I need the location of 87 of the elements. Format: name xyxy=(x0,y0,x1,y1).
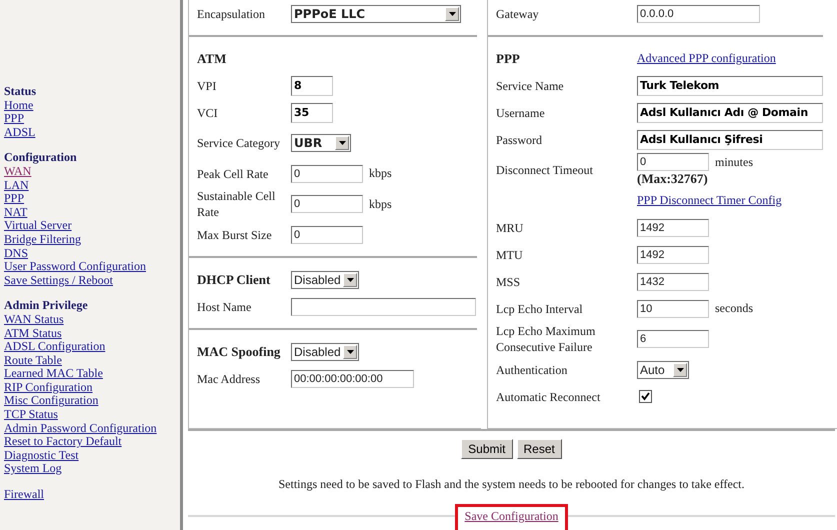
input-field[interactable]: 0 xyxy=(291,164,363,182)
input-field[interactable]: 0 xyxy=(291,226,363,244)
nav-link[interactable]: User Password Configuration xyxy=(4,260,146,274)
field-label: Disconnect Timeout xyxy=(496,162,594,178)
form-button[interactable]: Reset xyxy=(516,439,562,459)
field-label: Host Name xyxy=(197,298,252,314)
nav-link[interactable]: Home xyxy=(4,98,34,112)
nav-heading: Configuration xyxy=(4,151,77,165)
nav-link[interactable]: WAN xyxy=(4,164,32,179)
nav-link[interactable]: PPP xyxy=(4,112,24,126)
nav-link[interactable]: Route Table xyxy=(4,354,62,368)
nav-link[interactable]: WAN Status xyxy=(4,312,64,326)
input-field[interactable]: 1492 xyxy=(637,246,709,264)
field-label: Sustainable Cell Rate xyxy=(197,188,276,220)
nav-link[interactable]: PPP xyxy=(4,192,24,206)
field-label: Max Burst Size xyxy=(197,226,273,242)
nav-link[interactable]: NAT xyxy=(4,206,28,220)
nav-link[interactable]: ADSL Configuration xyxy=(4,340,106,354)
field-label: Peak Cell Rate xyxy=(197,166,270,182)
input-field[interactable]: 00:00:00:00:00:00 xyxy=(291,370,414,388)
field-label: Automatic Reconnect xyxy=(496,388,602,404)
field-label: Authentication xyxy=(496,362,568,378)
input-field[interactable]: Adsl Kullanıcı Şifresi xyxy=(637,130,823,150)
field-label: Service Name xyxy=(496,78,565,94)
checkbox[interactable] xyxy=(639,390,652,403)
nav-link[interactable]: System Log xyxy=(4,462,62,476)
input-field[interactable]: 35 xyxy=(291,102,333,122)
input-field[interactable]: 1492 xyxy=(637,218,709,236)
field-label: MRU xyxy=(496,220,524,236)
unit-label: minutes xyxy=(715,154,753,170)
nav-link[interactable]: Save Settings / Reboot xyxy=(4,274,113,288)
nav-link[interactable]: Diagnostic Test xyxy=(4,448,79,462)
field-label: Service Category xyxy=(197,135,281,151)
field-label: Lcp Echo Maximum Consecutive Failure xyxy=(496,323,596,355)
field-label: VCI xyxy=(197,104,219,120)
input-field[interactable]: 1432 xyxy=(637,272,709,290)
input-field[interactable]: 6 xyxy=(637,330,709,348)
dropdown[interactable]: Disabled xyxy=(291,342,359,360)
dropdown[interactable]: Auto xyxy=(637,360,689,378)
unit-label: kbps xyxy=(369,196,392,212)
nav-link[interactable]: Admin Password Configuration xyxy=(4,422,157,436)
nav-link[interactable]: DNS xyxy=(4,246,28,260)
field-label: Gateway xyxy=(496,6,540,22)
field-label: DHCP Client xyxy=(197,272,272,288)
nav-link[interactable]: Virtual Server xyxy=(4,219,72,233)
section-heading: PPP xyxy=(496,50,521,66)
nav-heading: Admin Privilege xyxy=(4,299,88,313)
field-label: MAC Spoofing xyxy=(197,344,282,360)
field-label: Username xyxy=(496,104,546,120)
nav-link[interactable]: RIP Configuration xyxy=(4,380,93,394)
input-field[interactable]: 0.0.0.0 xyxy=(637,4,760,22)
input-field[interactable]: 8 xyxy=(291,76,333,96)
input-field[interactable]: 0 xyxy=(637,153,709,171)
nav-link[interactable]: Bridge Filtering xyxy=(4,232,81,247)
field-label: MTU xyxy=(496,246,524,262)
field-label: Mac Address xyxy=(197,370,261,386)
form-button[interactable]: Submit xyxy=(461,439,512,459)
nav-link[interactable]: ATM Status xyxy=(4,326,62,340)
nav-heading: Status xyxy=(4,85,36,99)
field-label: Encapsulation xyxy=(197,6,266,22)
dropdown[interactable]: UBR xyxy=(291,134,351,152)
input-field[interactable]: Turk Telekom xyxy=(637,76,823,96)
input-field[interactable]: 10 xyxy=(637,300,709,318)
section-heading: ATM xyxy=(197,50,228,66)
input-field[interactable] xyxy=(291,298,476,316)
dropdown[interactable]: Disabled xyxy=(291,270,359,288)
field-label: VPI xyxy=(197,78,218,94)
notice-text: Settings need to be saved to Flash and the system needs to be rebooted for changes to take effect. xyxy=(278,477,744,492)
nav-link[interactable]: TCP Status xyxy=(4,408,58,422)
field-label: Lcp Echo Interval xyxy=(496,300,584,316)
dropdown[interactable]: PPPoE LLC xyxy=(291,4,461,22)
nav-link[interactable]: Firewall xyxy=(4,488,44,502)
input-field[interactable]: 0 xyxy=(291,195,363,213)
field-label: Password xyxy=(496,132,544,148)
field-label: MSS xyxy=(496,274,522,290)
nav-link[interactable]: Reset to Factory Default xyxy=(4,435,122,449)
input-field[interactable]: Adsl Kullanıcı Adı @ Domain xyxy=(637,102,823,122)
advanced-link[interactable]: Advanced PPP configuration xyxy=(637,52,776,66)
max-note: (Max:32767) xyxy=(637,171,709,187)
nav-link[interactable]: ADSL xyxy=(4,126,36,140)
unit-label: seconds xyxy=(715,301,753,316)
nav-link[interactable]: Misc Configuration xyxy=(4,394,98,408)
nav-link[interactable]: LAN xyxy=(4,178,29,192)
nav-link[interactable]: Learned MAC Table xyxy=(4,367,103,381)
unit-label: kbps xyxy=(369,166,392,181)
timer-config-link[interactable]: PPP Disconnect Timer Config xyxy=(637,194,782,208)
save-configuration-link[interactable]: Save Configuration xyxy=(454,504,568,530)
